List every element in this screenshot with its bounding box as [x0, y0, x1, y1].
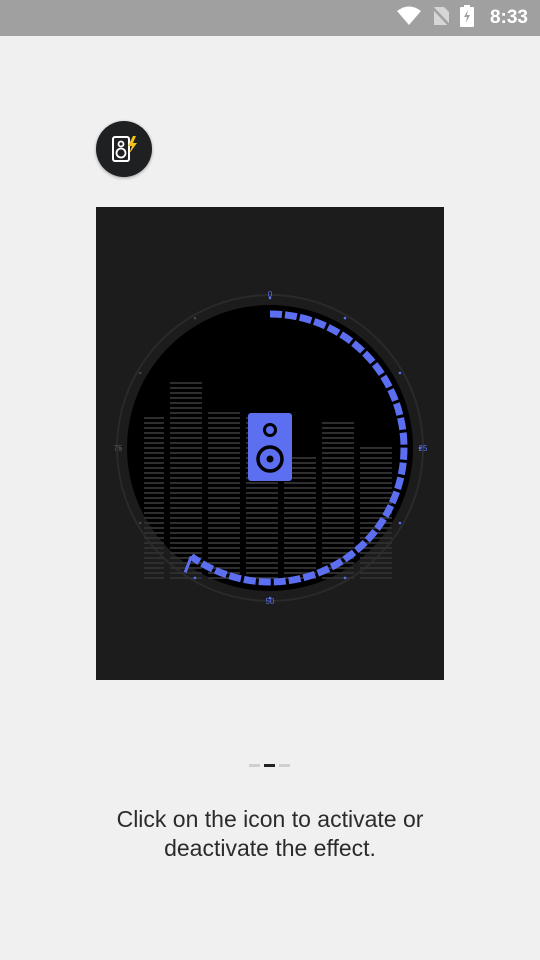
speaker-boost-icon[interactable] [96, 121, 152, 177]
wifi-icon [396, 6, 422, 31]
status-time: 8:33 [489, 7, 528, 28]
page-indicator [249, 764, 291, 768]
gauge-label-top: 0 [268, 290, 273, 299]
page-dot-2[interactable] [264, 764, 275, 767]
instruction-line-1: Click on the icon to activate or [116, 806, 424, 832]
speaker-icon[interactable] [248, 413, 292, 481]
gauge-label-bottom: 50 [266, 597, 275, 606]
battery-charging-icon [459, 4, 474, 32]
status-icons: 8:33 [396, 0, 528, 36]
gauge-label-left: 75 [114, 444, 123, 453]
status-bar: 8:33 [0, 0, 540, 36]
no-sim-icon [432, 6, 450, 31]
instruction-line-2: deactivate the effect. [164, 835, 376, 861]
page-dot-3[interactable] [279, 764, 290, 767]
gauge-visualizer: 0 25 50 75 [114, 290, 428, 606]
page-dot-1[interactable] [249, 764, 260, 767]
effect-preview: 0 25 50 75 [96, 207, 444, 680]
instruction-text: Click on the icon to activate or deactiv… [40, 805, 500, 863]
gauge-label-right: 25 [419, 444, 428, 453]
